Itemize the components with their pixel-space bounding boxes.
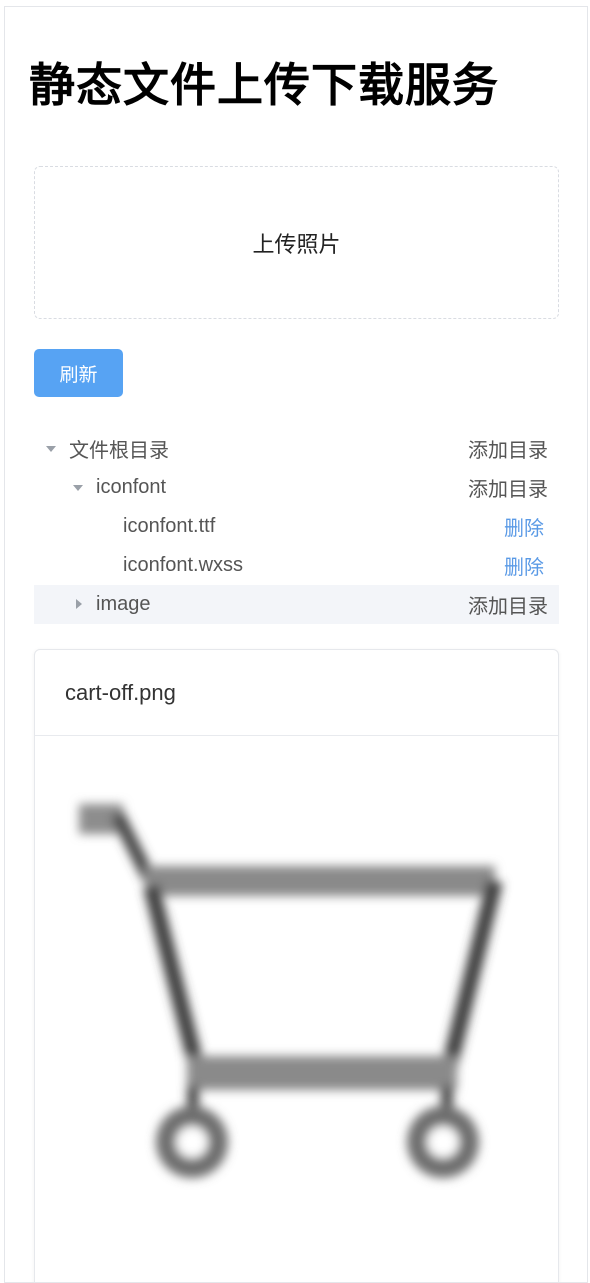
card-body <box>35 736 558 1282</box>
add-directory-button[interactable]: 添加目录 <box>468 590 548 619</box>
tree-node-label: 文件根目录 <box>69 440 169 462</box>
file-tree: 文件根目录 添加目录 iconfont 添加目录 iconfont.ttf 删除… <box>34 429 559 624</box>
tree-node-image[interactable]: image 添加目录 <box>34 585 559 624</box>
add-directory-button[interactable]: 添加目录 <box>468 473 548 502</box>
upload-label: 上传照片 <box>252 231 341 257</box>
refresh-button[interactable]: 刷新 <box>34 349 123 397</box>
delete-file-link[interactable]: 删除 <box>504 551 544 580</box>
app-frame: 静态文件上传下载服务 上传照片 刷新 文件根目录 添加目录 iconfont 添… <box>4 6 588 1283</box>
page-title: 静态文件上传下载服务 <box>29 58 499 112</box>
card-header: cart-off.png <box>35 650 558 736</box>
caret-right-icon[interactable] <box>76 599 82 609</box>
tree-node-root[interactable]: 文件根目录 添加目录 <box>34 429 559 468</box>
caret-down-icon[interactable] <box>46 446 56 452</box>
add-directory-button[interactable]: 添加目录 <box>468 434 548 463</box>
file-preview-card: cart-off.png <box>34 649 559 1282</box>
preview-filename: cart-off.png <box>65 679 176 705</box>
delete-file-link[interactable]: 删除 <box>504 512 544 541</box>
upload-dropzone[interactable]: 上传照片 <box>34 166 559 319</box>
shopping-cart-icon <box>79 804 503 1178</box>
tree-node-label: iconfont <box>96 476 167 498</box>
caret-down-icon[interactable] <box>73 485 83 491</box>
tree-node-file[interactable]: iconfont.ttf 删除 <box>34 507 559 546</box>
tree-node-label: iconfont.ttf <box>123 515 216 537</box>
tree-node-label: iconfont.wxss <box>123 554 244 576</box>
tree-node-iconfont[interactable]: iconfont 添加目录 <box>34 468 559 507</box>
tree-node-file[interactable]: iconfont.wxss 删除 <box>34 546 559 585</box>
tree-node-label: image <box>96 593 151 615</box>
